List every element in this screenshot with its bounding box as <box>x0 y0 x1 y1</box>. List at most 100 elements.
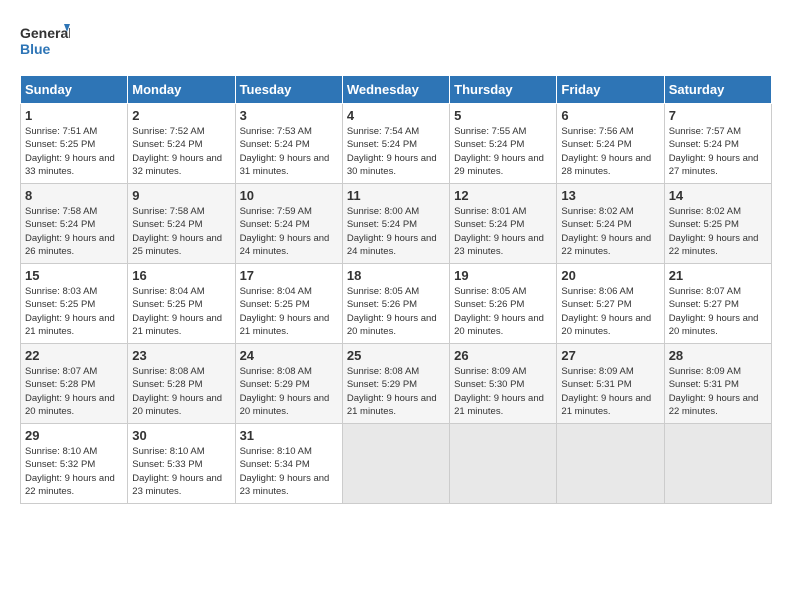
day-info: Sunrise: 8:08 AMSunset: 5:28 PMDaylight:… <box>132 365 230 418</box>
day-info: Sunrise: 7:55 AMSunset: 5:24 PMDaylight:… <box>454 125 552 178</box>
calendar-cell: 29 Sunrise: 8:10 AMSunset: 5:32 PMDayligh… <box>21 424 128 504</box>
day-info: Sunrise: 7:57 AMSunset: 5:24 PMDaylight:… <box>669 125 767 178</box>
day-info: Sunrise: 8:07 AMSunset: 5:28 PMDaylight:… <box>25 365 123 418</box>
day-number: 15 <box>25 268 123 283</box>
day-info: Sunrise: 8:08 AMSunset: 5:29 PMDaylight:… <box>240 365 338 418</box>
day-number: 14 <box>669 188 767 203</box>
calendar-cell: 2Sunrise: 7:52 AMSunset: 5:24 PMDaylight… <box>128 104 235 184</box>
day-number: 29 <box>25 428 123 443</box>
day-info: Sunrise: 7:53 AMSunset: 5:24 PMDaylight:… <box>240 125 338 178</box>
header-thursday: Thursday <box>450 76 557 104</box>
day-number: 20 <box>561 268 659 283</box>
day-number: 16 <box>132 268 230 283</box>
day-number: 18 <box>347 268 445 283</box>
day-info: Sunrise: 8:05 AMSunset: 5:26 PMDaylight:… <box>347 285 445 338</box>
day-info: Sunrise: 8:10 AMSunset: 5:32 PMDaylight:… <box>25 445 123 498</box>
calendar-cell: 21 Sunrise: 8:07 AMSunset: 5:27 PMDayligh… <box>664 264 771 344</box>
header-sunday: Sunday <box>21 76 128 104</box>
calendar-week-row: 29 Sunrise: 8:10 AMSunset: 5:32 PMDayligh… <box>21 424 772 504</box>
calendar-cell <box>450 424 557 504</box>
calendar-cell: 31 Sunrise: 8:10 AMSunset: 5:34 PMDayligh… <box>235 424 342 504</box>
day-info: Sunrise: 8:07 AMSunset: 5:27 PMDaylight:… <box>669 285 767 338</box>
calendar-cell: 17 Sunrise: 8:04 AMSunset: 5:25 PMDayligh… <box>235 264 342 344</box>
calendar-table: SundayMondayTuesdayWednesdayThursdayFrid… <box>20 75 772 504</box>
calendar-cell: 4 Sunrise: 7:54 AMSunset: 5:24 PMDaylight… <box>342 104 449 184</box>
header-friday: Friday <box>557 76 664 104</box>
day-info: Sunrise: 8:10 AMSunset: 5:34 PMDaylight:… <box>240 445 338 498</box>
calendar-cell: 18 Sunrise: 8:05 AMSunset: 5:26 PMDayligh… <box>342 264 449 344</box>
logo: General Blue <box>20 20 70 65</box>
calendar-cell: 25Sunrise: 8:08 AMSunset: 5:29 PMDayligh… <box>342 344 449 424</box>
calendar-cell: 26Sunrise: 8:09 AMSunset: 5:30 PMDayligh… <box>450 344 557 424</box>
calendar-cell: 23Sunrise: 8:08 AMSunset: 5:28 PMDayligh… <box>128 344 235 424</box>
logo-svg: General Blue <box>20 20 70 65</box>
day-info: Sunrise: 7:58 AMSunset: 5:24 PMDaylight:… <box>132 205 230 258</box>
calendar-cell: 19Sunrise: 8:05 AMSunset: 5:26 PMDayligh… <box>450 264 557 344</box>
day-number: 10 <box>240 188 338 203</box>
calendar-week-row: 8 Sunrise: 7:58 AMSunset: 5:24 PMDaylight… <box>21 184 772 264</box>
header: General Blue <box>20 20 772 65</box>
calendar-cell: 15 Sunrise: 8:03 AMSunset: 5:25 PMDayligh… <box>21 264 128 344</box>
day-number: 5 <box>454 108 552 123</box>
day-number: 31 <box>240 428 338 443</box>
day-info: Sunrise: 8:09 AMSunset: 5:31 PMDaylight:… <box>561 365 659 418</box>
day-info: Sunrise: 8:04 AMSunset: 5:25 PMDaylight:… <box>132 285 230 338</box>
calendar-cell: 20 Sunrise: 8:06 AMSunset: 5:27 PMDayligh… <box>557 264 664 344</box>
day-number: 7 <box>669 108 767 123</box>
header-saturday: Saturday <box>664 76 771 104</box>
day-number: 17 <box>240 268 338 283</box>
calendar-cell: 13 Sunrise: 8:02 AMSunset: 5:24 PMDayligh… <box>557 184 664 264</box>
day-info: Sunrise: 8:10 AMSunset: 5:33 PMDaylight:… <box>132 445 230 498</box>
calendar-cell: 27 Sunrise: 8:09 AMSunset: 5:31 PMDayligh… <box>557 344 664 424</box>
day-info: Sunrise: 8:02 AMSunset: 5:24 PMDaylight:… <box>561 205 659 258</box>
calendar-cell: 8 Sunrise: 7:58 AMSunset: 5:24 PMDaylight… <box>21 184 128 264</box>
calendar-cell: 12Sunrise: 8:01 AMSunset: 5:24 PMDayligh… <box>450 184 557 264</box>
header-monday: Monday <box>128 76 235 104</box>
day-info: Sunrise: 8:09 AMSunset: 5:30 PMDaylight:… <box>454 365 552 418</box>
day-info: Sunrise: 8:04 AMSunset: 5:25 PMDaylight:… <box>240 285 338 338</box>
calendar-week-row: 22Sunrise: 8:07 AMSunset: 5:28 PMDayligh… <box>21 344 772 424</box>
day-number: 12 <box>454 188 552 203</box>
day-number: 8 <box>25 188 123 203</box>
calendar-week-row: 15 Sunrise: 8:03 AMSunset: 5:25 PMDayligh… <box>21 264 772 344</box>
day-number: 28 <box>669 348 767 363</box>
calendar-header-row: SundayMondayTuesdayWednesdayThursdayFrid… <box>21 76 772 104</box>
calendar-week-row: 1 Sunrise: 7:51 AMSunset: 5:25 PMDaylight… <box>21 104 772 184</box>
calendar-cell: 6 Sunrise: 7:56 AMSunset: 5:24 PMDaylight… <box>557 104 664 184</box>
day-number: 30 <box>132 428 230 443</box>
calendar-cell: 9 Sunrise: 7:58 AMSunset: 5:24 PMDaylight… <box>128 184 235 264</box>
day-number: 9 <box>132 188 230 203</box>
day-info: Sunrise: 7:59 AMSunset: 5:24 PMDaylight:… <box>240 205 338 258</box>
day-number: 11 <box>347 188 445 203</box>
day-number: 21 <box>669 268 767 283</box>
calendar-cell: 5 Sunrise: 7:55 AMSunset: 5:24 PMDaylight… <box>450 104 557 184</box>
day-number: 27 <box>561 348 659 363</box>
day-number: 6 <box>561 108 659 123</box>
day-info: Sunrise: 7:58 AMSunset: 5:24 PMDaylight:… <box>25 205 123 258</box>
day-info: Sunrise: 8:05 AMSunset: 5:26 PMDaylight:… <box>454 285 552 338</box>
calendar-cell: 24Sunrise: 8:08 AMSunset: 5:29 PMDayligh… <box>235 344 342 424</box>
calendar-cell: 22Sunrise: 8:07 AMSunset: 5:28 PMDayligh… <box>21 344 128 424</box>
day-info: Sunrise: 7:56 AMSunset: 5:24 PMDaylight:… <box>561 125 659 178</box>
header-wednesday: Wednesday <box>342 76 449 104</box>
svg-text:General: General <box>20 25 70 41</box>
calendar-cell: 28 Sunrise: 8:09 AMSunset: 5:31 PMDayligh… <box>664 344 771 424</box>
day-number: 1 <box>25 108 123 123</box>
day-number: 4 <box>347 108 445 123</box>
calendar-cell: 14 Sunrise: 8:02 AMSunset: 5:25 PMDayligh… <box>664 184 771 264</box>
calendar-cell: 10 Sunrise: 7:59 AMSunset: 5:24 PMDayligh… <box>235 184 342 264</box>
day-info: Sunrise: 8:02 AMSunset: 5:25 PMDaylight:… <box>669 205 767 258</box>
day-info: Sunrise: 7:54 AMSunset: 5:24 PMDaylight:… <box>347 125 445 178</box>
day-info: Sunrise: 8:09 AMSunset: 5:31 PMDaylight:… <box>669 365 767 418</box>
svg-text:Blue: Blue <box>20 41 51 57</box>
calendar-cell: 3 Sunrise: 7:53 AMSunset: 5:24 PMDaylight… <box>235 104 342 184</box>
day-info: Sunrise: 7:51 AMSunset: 5:25 PMDaylight:… <box>25 125 123 178</box>
day-info: Sunrise: 8:03 AMSunset: 5:25 PMDaylight:… <box>25 285 123 338</box>
day-number: 25 <box>347 348 445 363</box>
day-info: Sunrise: 8:00 AMSunset: 5:24 PMDaylight:… <box>347 205 445 258</box>
calendar-cell: 1 Sunrise: 7:51 AMSunset: 5:25 PMDaylight… <box>21 104 128 184</box>
day-number: 3 <box>240 108 338 123</box>
day-number: 13 <box>561 188 659 203</box>
day-info: Sunrise: 8:06 AMSunset: 5:27 PMDaylight:… <box>561 285 659 338</box>
day-number: 2 <box>132 108 230 123</box>
